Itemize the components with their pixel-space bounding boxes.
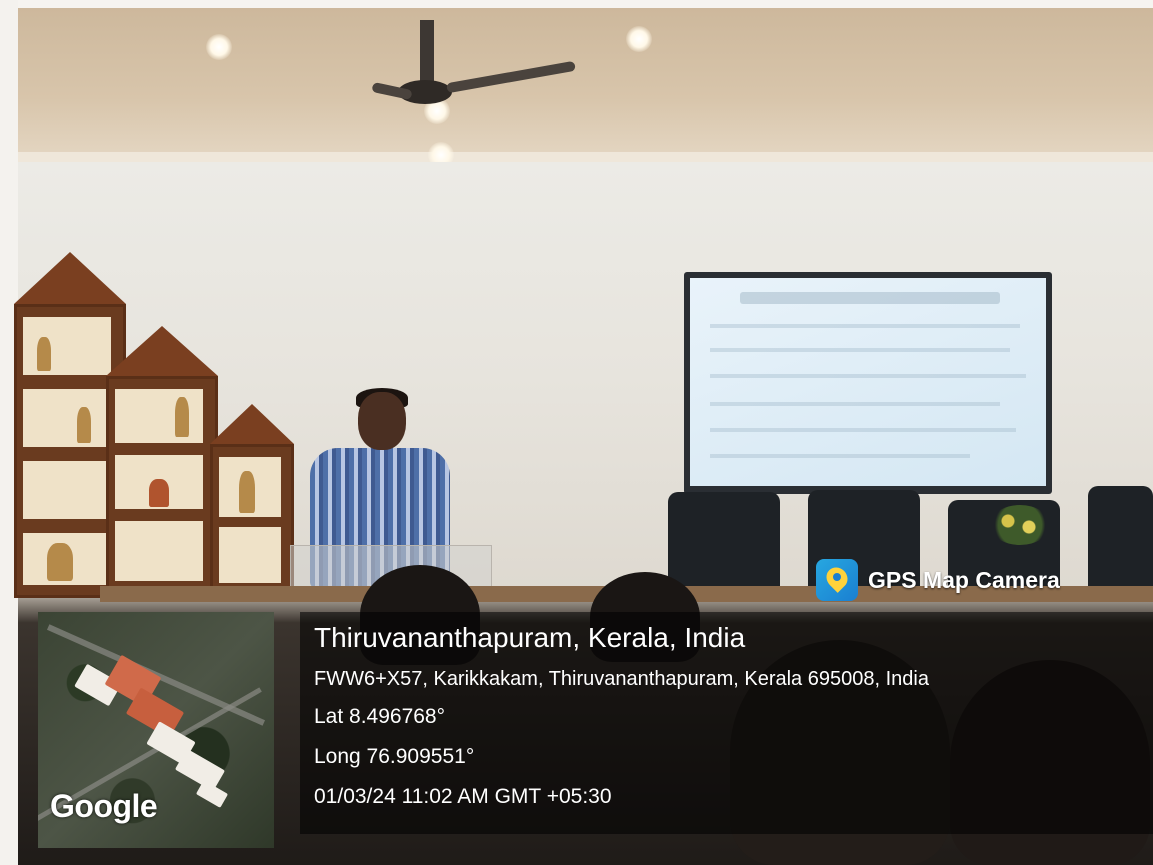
slide-line (710, 324, 1020, 328)
cabinet-roof (210, 404, 294, 444)
slide-line (710, 348, 1010, 352)
map-pin-icon (816, 559, 858, 601)
location-info: Thiruvananthapuram, Kerala, India FWW6+X… (314, 622, 929, 825)
ceiling (18, 8, 1153, 158)
photo-border-top (0, 0, 1153, 8)
latitude-text: Lat 8.496768° (314, 705, 446, 728)
chair (668, 492, 780, 590)
trophy (149, 479, 169, 507)
trophy-cabinet (106, 376, 218, 598)
timestamp-text: 01/03/24 11:02 AM GMT +05:30 (314, 785, 612, 808)
trophy (239, 471, 255, 513)
brand-label: GPS Map Camera (868, 566, 1060, 593)
flower-arrangement (990, 505, 1050, 545)
presenter-head (358, 392, 406, 450)
gps-map-camera-brand: GPS Map Camera (816, 558, 1070, 602)
cabinet-shelf (23, 461, 111, 519)
ceiling-light (206, 34, 232, 60)
presentation-slide (690, 278, 1046, 486)
trophy (77, 407, 91, 443)
slide-line (710, 428, 1016, 432)
photo: Google GPS Map Camera Thiruvananthapuram… (0, 0, 1153, 865)
slide-line (710, 454, 970, 458)
chair (1088, 486, 1153, 592)
presentation-screen (684, 272, 1052, 494)
google-logo: Google (50, 788, 158, 824)
cabinet-shelf (219, 527, 281, 583)
slide-line (710, 374, 1026, 378)
trophy (37, 337, 51, 371)
map-thumbnail: Google (38, 612, 274, 848)
map-building (195, 780, 229, 808)
ceiling-edge (18, 152, 1153, 162)
trophy-cabinet (210, 444, 294, 598)
location-title: Thiruvananthapuram, Kerala, India (314, 622, 746, 653)
slide-line (710, 402, 1000, 406)
longitude-text: Long 76.909551° (314, 745, 475, 768)
slide-title-text (740, 292, 1000, 304)
cabinet-roof (14, 252, 126, 304)
trophy (47, 543, 73, 581)
cabinet-shelf (23, 389, 111, 447)
trophy (175, 397, 189, 437)
cabinet-shelf (115, 521, 203, 581)
location-address: FWW6+X57, Karikkakam, Thiruvananthapuram… (314, 668, 929, 690)
cabinet-shelf (115, 389, 203, 443)
ceiling-light (626, 26, 652, 52)
cabinet-roof (106, 326, 218, 376)
